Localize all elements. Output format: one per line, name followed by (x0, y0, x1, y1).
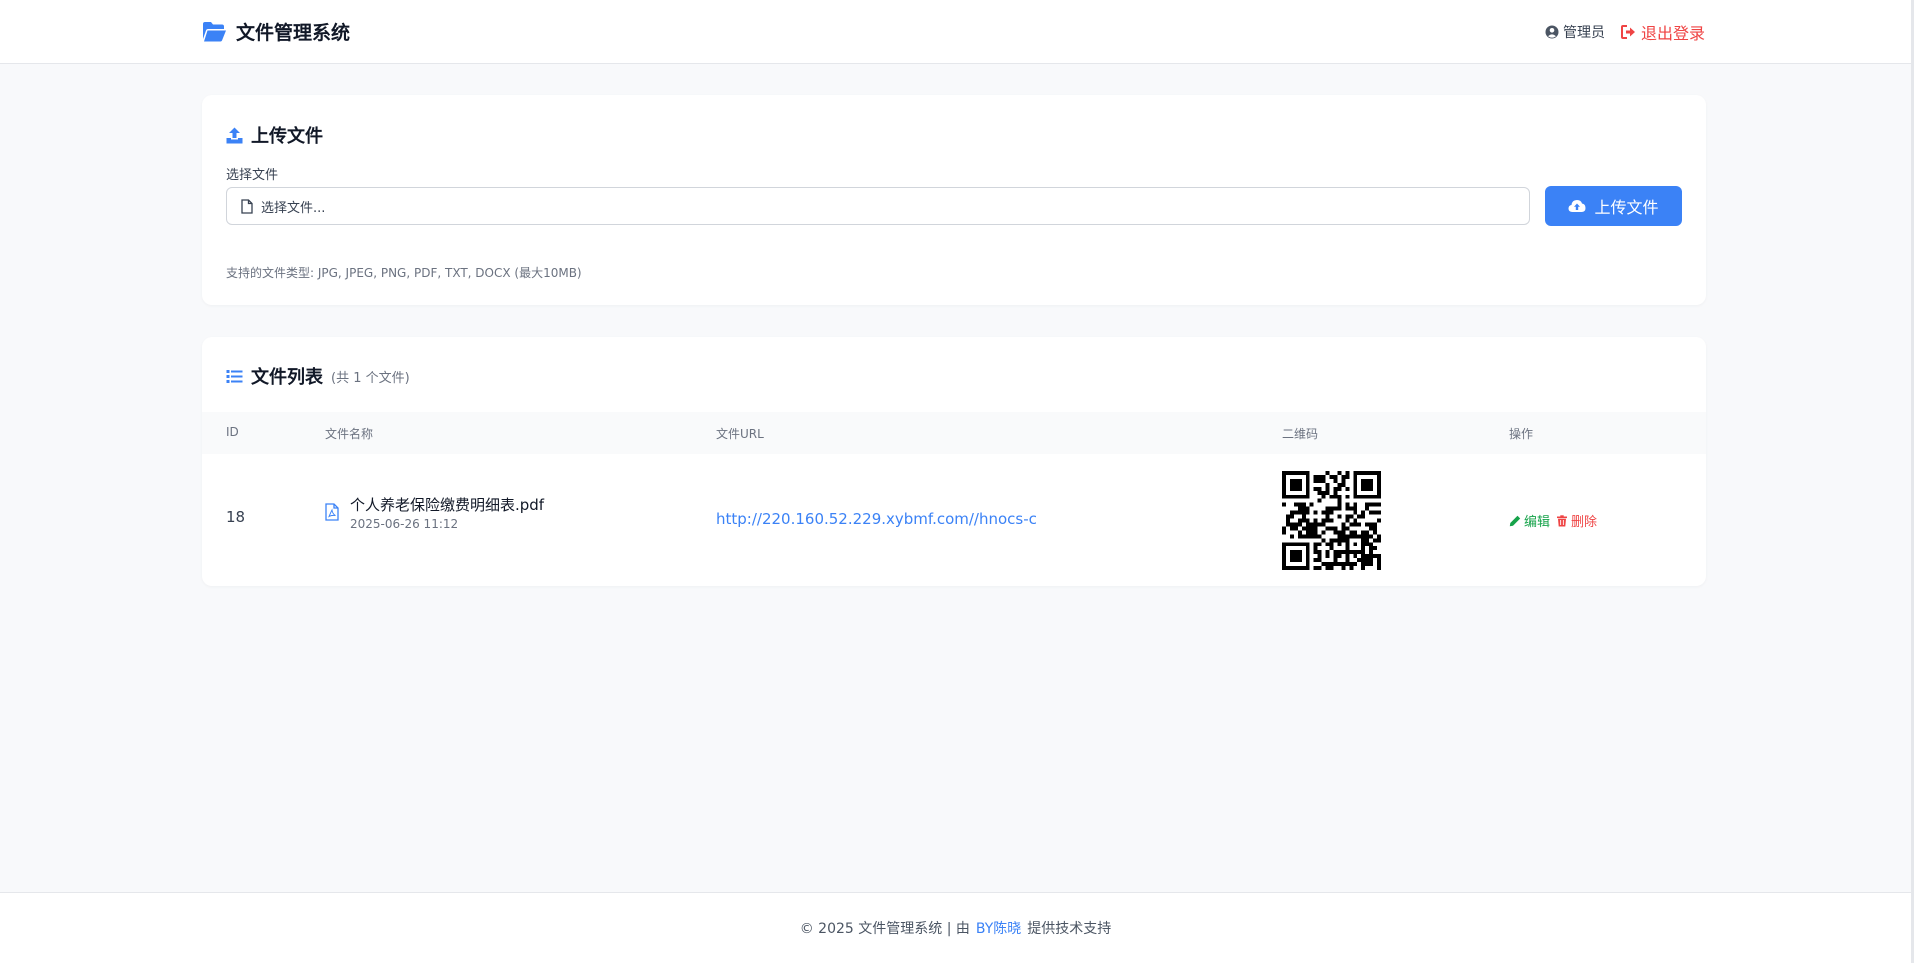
logout-label: 退出登录 (1640, 24, 1705, 43)
page: 文件管理系统 管理员 退出登录 上传文件 选择文件 选择文件... 上传文件 支… (0, 0, 1914, 963)
file-list-title-row: 文件列表 (共 1 个文件) (226, 363, 410, 389)
upload-card-title: 上传文件 (226, 122, 323, 148)
app-title: 文件管理系统 (236, 22, 351, 44)
user-name: 管理员 (1562, 25, 1605, 41)
upload-icon (226, 127, 243, 143)
file-picker-placeholder: 选择文件... (261, 200, 326, 216)
footer-credit-link[interactable]: BY陈晓 (976, 918, 1021, 938)
file-list-card: 文件列表 (共 1 个文件) ID 文件名称 文件URL 二维码 操作 18 个… (202, 337, 1706, 586)
top-navbar: 文件管理系统 管理员 退出登录 (0, 0, 1911, 64)
trash-icon (1557, 514, 1568, 526)
upload-button[interactable]: 上传文件 (1545, 186, 1682, 226)
edit-button[interactable]: 编辑 (1509, 511, 1550, 530)
table-header: ID 文件名称 文件URL 二维码 操作 (202, 412, 1706, 454)
column-header-actions: 操作 (1509, 427, 1534, 441)
page-footer: © 2025 文件管理系统 | 由 BY陈晓 提供技术支持 (0, 892, 1911, 963)
file-name-cell: 个人养老保险缴费明细表.pdf 2025-06-26 11:12 (325, 494, 544, 531)
file-name-block: 个人养老保险缴费明细表.pdf 2025-06-26 11:12 (350, 494, 544, 531)
file-field-label: 选择文件 (226, 168, 279, 183)
footer-copyright: © 2025 文件管理系统 | 由 (799, 921, 970, 937)
row-actions: 编辑 删除 (1509, 511, 1603, 530)
page-body: 文件管理系统 管理员 退出登录 上传文件 选择文件 选择文件... 上传文件 支… (0, 0, 1911, 963)
edit-label: 编辑 (1524, 515, 1551, 530)
sign-out-icon (1620, 25, 1635, 39)
list-icon (226, 369, 243, 383)
folder-open-icon (203, 22, 226, 42)
file-count: (共 1 个文件) (331, 370, 410, 386)
file-pdf-icon (325, 503, 339, 521)
file-picker-input[interactable]: 选择文件... (226, 187, 1530, 225)
column-header-name: 文件名称 (325, 427, 374, 441)
file-icon (241, 198, 253, 214)
user-circle-icon (1545, 25, 1559, 39)
upload-button-label: 上传文件 (1594, 198, 1659, 217)
footer-suffix: 提供技术支持 (1027, 921, 1112, 937)
cloud-upload-icon (1568, 200, 1586, 212)
file-type-hint: 支持的文件类型: JPG, JPEG, PNG, PDF, TXT, DOCX … (226, 266, 582, 280)
logout-button[interactable]: 退出登录 (1620, 20, 1705, 44)
file-date: 2025-06-26 11:12 (350, 517, 459, 531)
delete-button[interactable]: 删除 (1556, 511, 1597, 530)
brand[interactable]: 文件管理系统 (202, 18, 350, 45)
user-area: 管理员 退出登录 (1545, 20, 1705, 44)
file-url-link[interactable]: http://220.160.52.229.xybmf.com//hnocs-c… (716, 510, 1036, 528)
user-menu[interactable]: 管理员 (1545, 22, 1605, 42)
file-name: 个人养老保险缴费明细表.pdf (350, 496, 545, 514)
upload-card: 上传文件 选择文件 选择文件... 上传文件 支持的文件类型: JPG, JPE… (202, 95, 1706, 305)
column-header-qr: 二维码 (1282, 427, 1319, 441)
file-list-title: 文件列表 (251, 367, 323, 388)
table-row: 18 个人养老保险缴费明细表.pdf 2025-06-26 11:12 http… (202, 454, 1706, 586)
qr-code-icon[interactable] (1282, 471, 1381, 570)
file-id: 18 (226, 508, 246, 526)
upload-title: 上传文件 (251, 126, 323, 147)
column-header-id: ID (226, 425, 239, 439)
delete-label: 删除 (1571, 515, 1598, 530)
column-header-url: 文件URL (716, 427, 764, 441)
pencil-icon (1509, 515, 1521, 526)
